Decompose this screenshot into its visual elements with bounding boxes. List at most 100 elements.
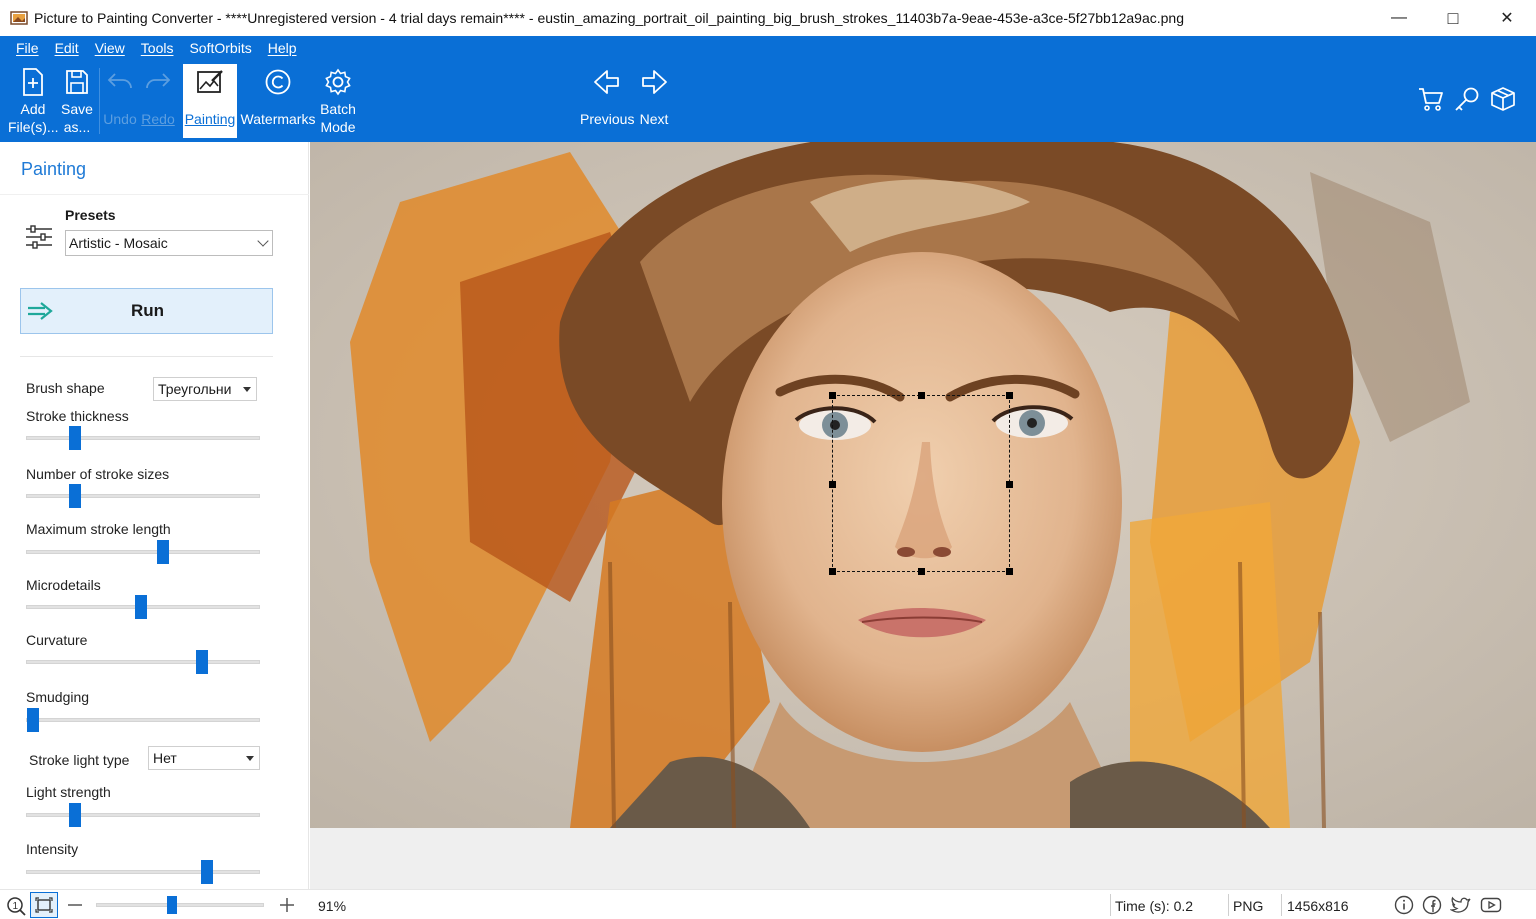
menu-bar: File Edit View Tools SoftOrbits Help	[8, 40, 305, 60]
package-icon[interactable]	[1490, 86, 1516, 112]
redo-icon	[146, 73, 171, 89]
save-icon	[66, 70, 88, 94]
slider-thumb[interactable]	[27, 708, 39, 732]
add-label-1: Add	[20, 101, 46, 117]
maximum-stroke-length-label: Maximum stroke length	[26, 521, 171, 537]
smudging-label: Smudging	[26, 689, 90, 705]
zoom-out-icon[interactable]	[66, 896, 84, 914]
menu-tools[interactable]: Tools	[133, 40, 182, 60]
key-icon[interactable]	[1454, 86, 1480, 112]
title-bar: Picture to Painting Converter - ****Unre…	[0, 0, 1536, 36]
status-separator	[1110, 894, 1111, 916]
intensity-slider[interactable]	[26, 860, 260, 884]
batch-mode-button[interactable]: Batch Mode	[318, 64, 358, 136]
youtube-icon[interactable]	[1480, 895, 1502, 915]
menu-file[interactable]: File	[8, 40, 47, 60]
next-button[interactable]: Next	[636, 64, 672, 128]
ribbon: File Edit View Tools SoftOrbits Help Add…	[0, 36, 1536, 142]
image-canvas[interactable]	[310, 142, 1536, 889]
zoom-actual-size-icon[interactable]: 1	[6, 896, 26, 916]
redo-label: Redo	[141, 111, 175, 127]
save-label-2: as...	[63, 119, 91, 135]
add-files-button[interactable]: Add File(s)...	[8, 64, 59, 136]
info-icon[interactable]	[1394, 895, 1414, 915]
resize-handle-w[interactable]	[829, 481, 836, 488]
brush-shape-dropdown[interactable]: Треугольни	[153, 377, 257, 401]
panel-separator	[20, 356, 273, 357]
undo-button[interactable]: Undo	[101, 64, 139, 128]
app-icon	[10, 10, 28, 26]
processing-time: Time (s): 0.2	[1115, 898, 1194, 914]
zoom-level: 91%	[318, 898, 347, 914]
slider-thumb[interactable]	[201, 860, 213, 884]
previous-button[interactable]: Previous	[580, 64, 634, 128]
maximize-button[interactable]: □	[1426, 0, 1480, 36]
batch-label-2: Mode	[320, 119, 356, 135]
image-dimensions: 1456x816	[1287, 898, 1349, 914]
dropdown-arrow-icon	[246, 756, 254, 761]
presets-label: Presets	[65, 207, 116, 223]
arrow-left-icon	[594, 70, 619, 94]
slider-thumb[interactable]	[69, 484, 81, 508]
stroke-thickness-label: Stroke thickness	[26, 408, 129, 424]
zoom-slider[interactable]	[96, 896, 264, 914]
fit-window-icon	[35, 897, 53, 913]
fit-to-window-button[interactable]	[30, 892, 58, 918]
painting-label: Painting	[184, 111, 236, 127]
resize-handle-se[interactable]	[1006, 568, 1013, 575]
status-icons	[1394, 895, 1502, 915]
stroke-thickness-slider[interactable]	[26, 426, 260, 450]
zoom-slider-thumb[interactable]	[167, 896, 177, 914]
undo-icon	[107, 73, 132, 89]
smudging-slider[interactable]	[26, 708, 260, 732]
window-title: Picture to Painting Converter - ****Unre…	[34, 10, 1184, 26]
minimize-icon: —	[1391, 9, 1407, 26]
menu-edit[interactable]: Edit	[47, 40, 87, 60]
presets-dropdown[interactable]: Artistic - Mosaic	[65, 230, 273, 256]
slider-thumb[interactable]	[135, 595, 147, 619]
close-icon: ✕	[1500, 10, 1514, 27]
slider-thumb[interactable]	[69, 803, 81, 827]
stroke-light-type-dropdown[interactable]: Нет	[148, 746, 260, 770]
image-format: PNG	[1233, 898, 1264, 914]
light-strength-slider[interactable]	[26, 803, 260, 827]
resize-handle-e[interactable]	[1006, 481, 1013, 488]
watermarks-tab[interactable]: Watermarks	[240, 64, 316, 128]
minimize-button[interactable]: —	[1372, 0, 1426, 36]
stroke-light-type-label: Stroke light type	[29, 752, 130, 768]
panel-title: Painting	[21, 159, 87, 179]
toolbar-separator	[99, 68, 100, 134]
zoom-in-icon[interactable]	[278, 896, 296, 914]
slider-thumb[interactable]	[69, 426, 81, 450]
slider-thumb[interactable]	[157, 540, 169, 564]
dropdown-arrow-icon	[243, 387, 251, 392]
menu-softorbits[interactable]: SoftOrbits	[181, 40, 259, 60]
menu-help[interactable]: Help	[260, 40, 305, 60]
painting-tab[interactable]: Painting	[183, 64, 237, 138]
curvature-slider[interactable]	[26, 650, 260, 674]
twitter-icon[interactable]	[1450, 895, 1472, 915]
resize-handle-s[interactable]	[918, 568, 925, 575]
resize-handle-nw[interactable]	[829, 392, 836, 399]
close-button[interactable]: ✕	[1480, 0, 1534, 36]
facebook-icon[interactable]	[1422, 895, 1442, 915]
brush-shape-value: Треугольни	[158, 381, 232, 397]
ribbon-right-icons	[1418, 86, 1516, 112]
menu-view[interactable]: View	[87, 40, 133, 60]
slider-thumb[interactable]	[196, 650, 208, 674]
previous-label: Previous	[580, 111, 635, 127]
resize-handle-sw[interactable]	[829, 568, 836, 575]
selection-box[interactable]	[829, 392, 1013, 575]
save-as-button[interactable]: Save as...	[58, 64, 96, 136]
microdetails-slider[interactable]	[26, 595, 260, 619]
watermarks-label: Watermarks	[240, 111, 316, 127]
number-of-stroke-sizes-slider[interactable]	[26, 484, 260, 508]
chevron-down-icon	[257, 235, 269, 247]
resize-handle-ne[interactable]	[1006, 392, 1013, 399]
run-button[interactable]: Run	[20, 288, 273, 334]
cart-icon[interactable]	[1418, 86, 1444, 112]
copyright-icon	[265, 69, 291, 95]
redo-button[interactable]: Redo	[140, 64, 176, 128]
maximum-stroke-length-slider[interactable]	[26, 540, 260, 564]
resize-handle-n[interactable]	[918, 392, 925, 399]
